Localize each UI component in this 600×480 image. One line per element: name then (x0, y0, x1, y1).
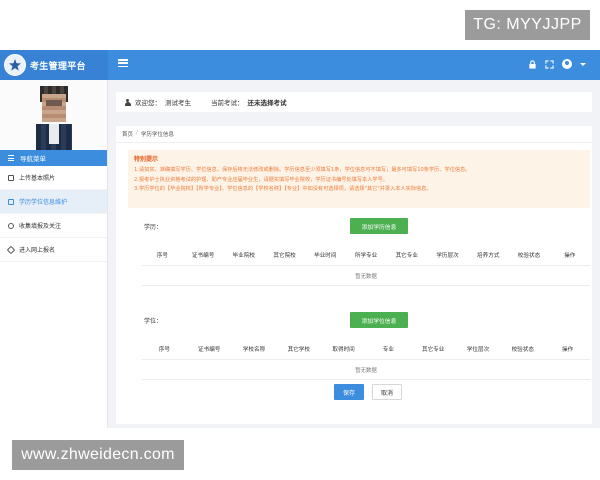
breadcrumb-separator: / (136, 130, 138, 136)
menu-toggle-icon[interactable] (118, 59, 128, 68)
column-header: 序号 (158, 346, 170, 353)
sidebar: 导航菜单 上传基本照片 学历学位信息维护 收集填报及关注 进入网上报名 (0, 80, 108, 428)
profile-photo (35, 84, 72, 150)
empty-state: 暂无数据 (142, 266, 590, 286)
notice-title: 特别提示 (134, 156, 159, 163)
document-icon (8, 198, 14, 205)
sidebar-item-label: 收集填报及关注 (19, 223, 62, 230)
chevron-down-icon[interactable] (580, 62, 586, 66)
star-icon (8, 222, 14, 229)
user-avatar-icon[interactable] (562, 59, 572, 69)
add-degree-button[interactable]: 添加学位信息 (350, 312, 408, 328)
cancel-button[interactable]: 取消 (372, 384, 402, 400)
nav-title: 导航菜单 (20, 155, 46, 163)
column-header: 操作 (564, 252, 576, 259)
top-icons (528, 59, 586, 69)
sidebar-item-label: 进入网上报名 (19, 247, 56, 254)
breadcrumb: 首页 / 学历学位信息 (122, 130, 174, 138)
brand: 考生管理平台 (0, 50, 108, 80)
app-title: 考生管理平台 (30, 61, 86, 72)
column-header: 毕业院校 (232, 252, 256, 259)
breadcrumb-home[interactable]: 首页 (122, 130, 133, 138)
add-education-button[interactable]: 添加学历信息 (350, 218, 408, 234)
greeting-label: 欢迎您： (135, 99, 161, 107)
column-header: 校验状态 (517, 252, 541, 259)
logo-icon (4, 54, 26, 76)
sidebar-item-online-registration[interactable]: 进入网上报名 (0, 238, 107, 262)
notice-box: 特别提示 1.请如实、准确填写学历、学位信息，保存后将无法修改或删除。学历信息至… (128, 150, 590, 208)
column-header: 其它学校 (287, 346, 310, 353)
exam-value: 还未选择考试 (247, 99, 287, 107)
column-header: 校验状态 (511, 346, 534, 353)
content-panel: 首页 / 学历学位信息 特别提示 1.请如实、准确填写学历、学位信息，保存后将无… (116, 126, 592, 424)
column-header: 专业 (382, 346, 394, 353)
save-button[interactable]: 保存 (334, 384, 364, 400)
watermark-website: www.zhweidecn.com (12, 440, 184, 470)
notice-line: 2.报考护士执业资格考试的护理、助产专业应届毕业生，请据实填写毕业院校，学历证书… (134, 176, 388, 183)
breadcrumb-current: 学历学位信息 (140, 132, 174, 138)
education-label: 学历： (144, 224, 163, 231)
profile-photo-area (0, 80, 107, 150)
degree-table-header: 序号 证书编号 学校名称 其它学校 取得时间 专业 其它专业 学位层次 校验状态… (142, 338, 590, 360)
user-icon (124, 98, 131, 106)
notice-line: 1.请如实、准确填写学历、学位信息，保存后将无法修改或删除。学历信息至少须填写1… (134, 167, 471, 173)
image-icon (8, 174, 14, 181)
exam-label: 当前考试： (211, 99, 244, 107)
column-header: 其它院校 (273, 252, 296, 259)
column-header: 所学专业 (354, 252, 378, 259)
column-header: 证书编号 (191, 252, 215, 259)
top-bar: 考生管理平台 (0, 50, 600, 80)
nav-header: 导航菜单 (0, 150, 107, 166)
sidebar-item-education-info[interactable]: 学历学位信息维护 (0, 190, 107, 214)
user-name: 测试考生 (165, 99, 191, 107)
column-header: 其它专业 (421, 346, 445, 353)
empty-state: 暂无数据 (142, 360, 590, 380)
lock-icon[interactable] (528, 59, 537, 69)
column-header: 毕业时间 (314, 252, 337, 259)
column-header: 其它专业 (395, 252, 418, 259)
sidebar-item-label: 上传基本照片 (19, 175, 56, 182)
column-header: 取得时间 (332, 346, 355, 353)
send-icon (6, 245, 16, 254)
sidebar-item-upload-photo[interactable]: 上传基本照片 (0, 166, 107, 190)
column-header: 序号 (156, 252, 168, 259)
app-screen: 考生管理平台 导航菜单 上传基本照片 学历学位信息维护 收集填报及关注 进入网上… (0, 50, 600, 428)
column-header: 操作 (561, 346, 574, 353)
education-table: 序号 证书编号 毕业院校 其它院校 毕业时间 所学专业 其它专业 学历层次 培养… (142, 244, 590, 286)
column-header: 学位层次 (466, 346, 490, 353)
notice-line: 3.学历学位的【毕业院校】【所学专业】、学位信息的【学校名称】【专业】中如没有可… (134, 186, 432, 192)
expand-icon[interactable] (545, 59, 554, 69)
column-header: 学校名称 (242, 346, 266, 353)
list-icon (8, 154, 14, 162)
column-header: 学历层次 (436, 252, 459, 259)
divider (116, 142, 592, 143)
sidebar-item-label: 学历学位信息维护 (19, 199, 68, 206)
degree-table: 序号 证书编号 学校名称 其它学校 取得时间 专业 其它专业 学位层次 校验状态… (142, 338, 590, 380)
column-header: 证书编号 (198, 346, 221, 353)
welcome-bar: 欢迎您： 测试考生 当前考试： 还未选择考试 (116, 92, 592, 112)
watermark-tg: TG: MYYJJPP (465, 10, 590, 40)
education-table-header: 序号 证书编号 毕业院校 其它院校 毕业时间 所学专业 其它专业 学历层次 培养… (142, 244, 590, 266)
degree-label: 学位： (144, 318, 163, 325)
column-header: 培养方式 (477, 252, 500, 259)
sidebar-item-favorites[interactable]: 收集填报及关注 (0, 214, 107, 238)
